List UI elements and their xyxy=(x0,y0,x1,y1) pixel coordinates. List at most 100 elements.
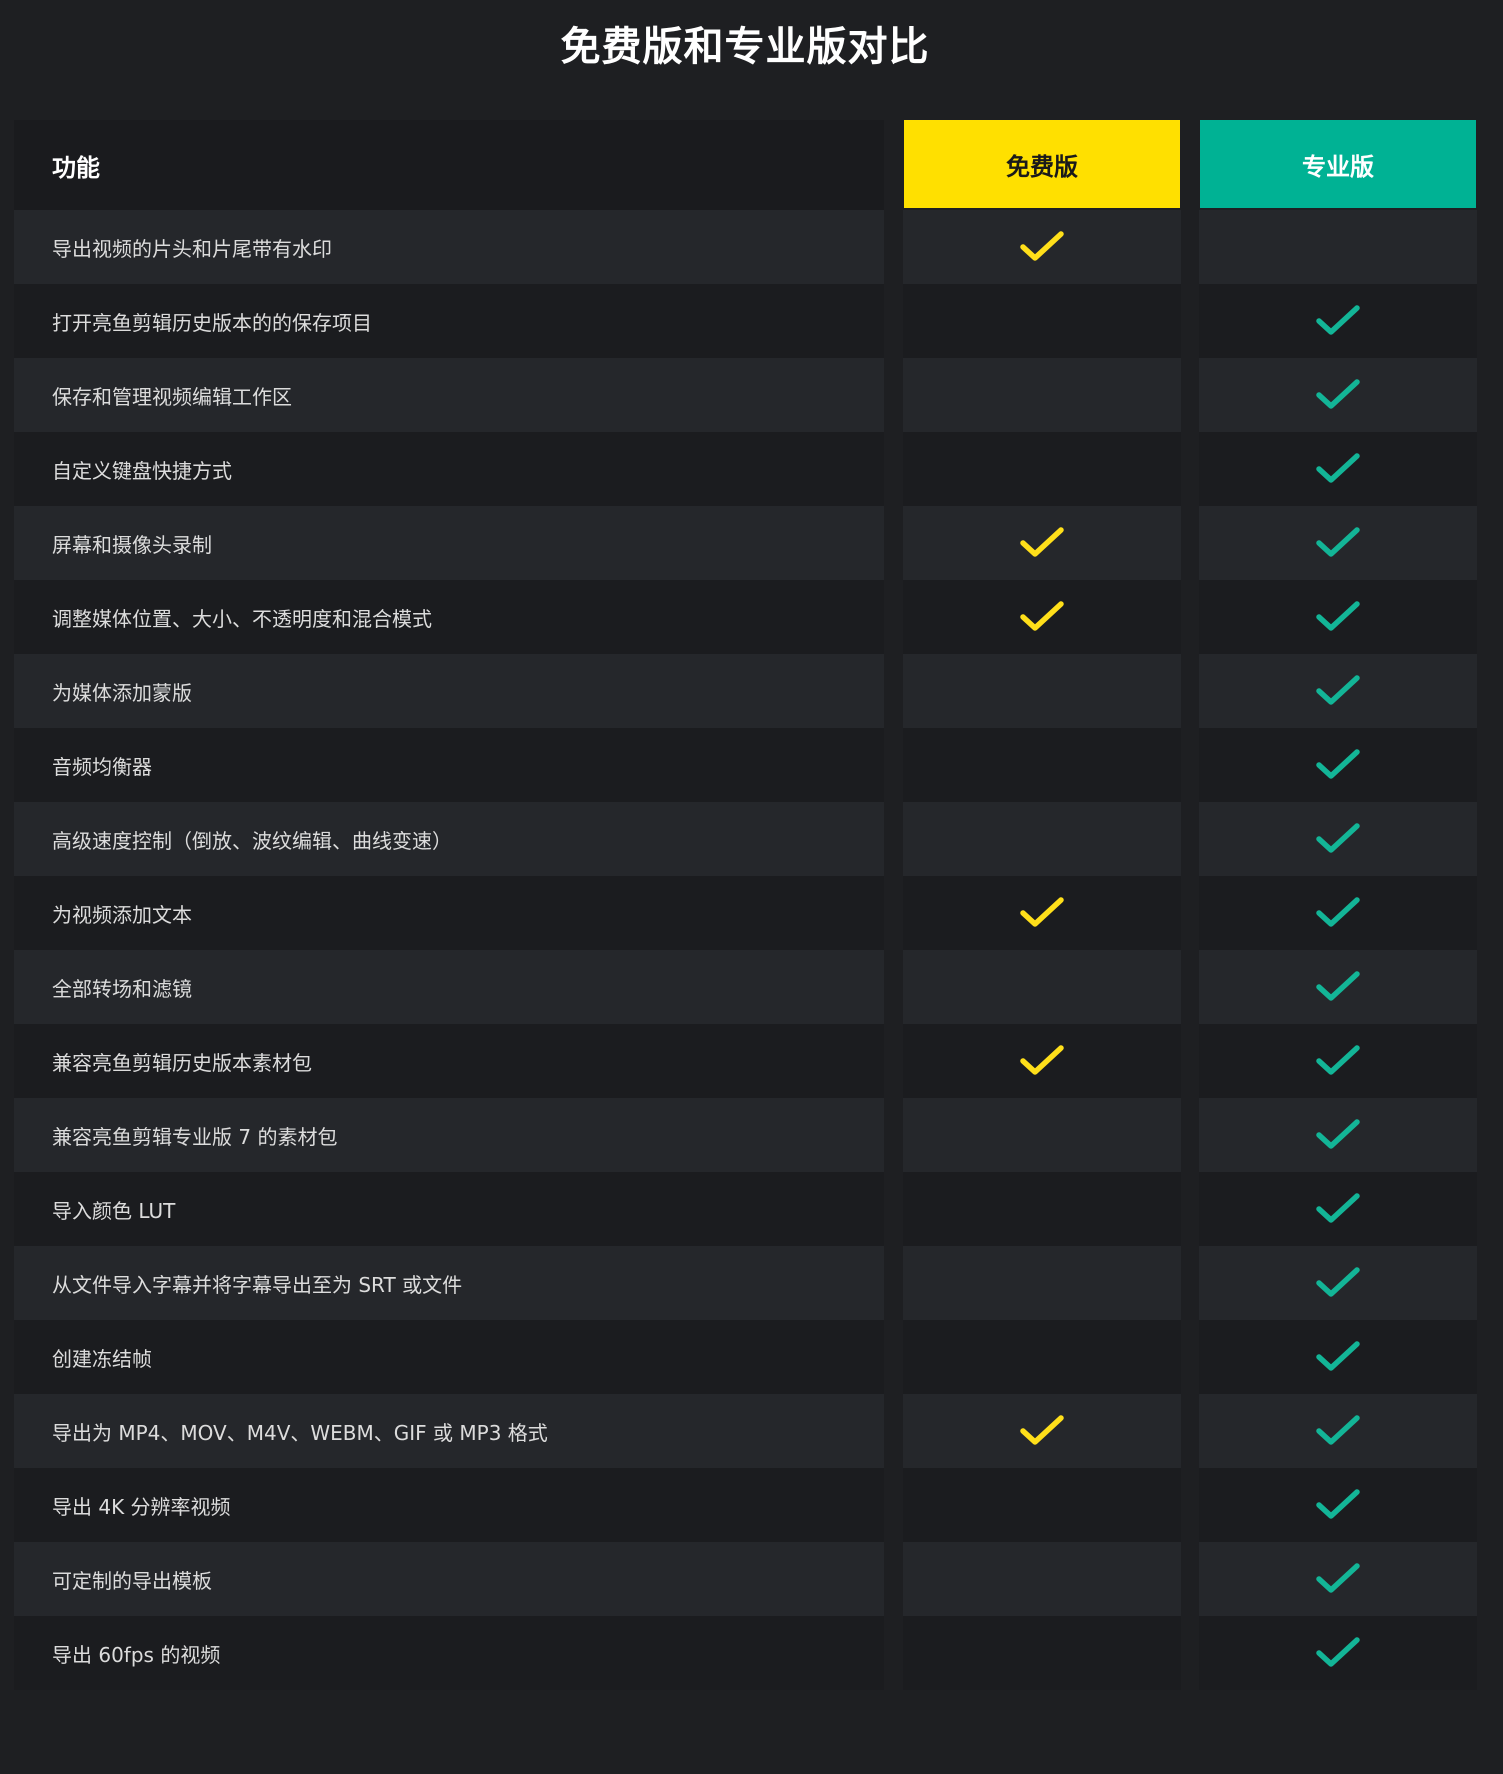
feature-cell: 兼容亮鱼剪辑专业版 7 的素材包 xyxy=(14,1098,884,1172)
feature-cell: 屏幕和摄像头录制 xyxy=(14,506,884,580)
feature-cell: 导出 60fps 的视频 xyxy=(14,1616,884,1690)
pro-plan-cell xyxy=(1199,654,1477,728)
feature-label: 为媒体添加蒙版 xyxy=(52,680,192,705)
feature-label: 从文件导入字幕并将字幕导出至为 SRT 或文件 xyxy=(52,1272,463,1297)
checkmark-icon xyxy=(1316,675,1360,705)
checkmark-icon xyxy=(1316,601,1360,631)
checkmark-icon xyxy=(1316,453,1360,483)
feature-cell: 创建冻结帧 xyxy=(14,1320,884,1394)
table-row: 可定制的导出模板 xyxy=(14,1542,1477,1616)
feature-cell: 全部转场和滤镜 xyxy=(14,950,884,1024)
pro-plan-cell xyxy=(1199,876,1477,950)
feature-label: 打开亮鱼剪辑历史版本的的保存项目 xyxy=(52,310,372,335)
feature-cell: 为媒体添加蒙版 xyxy=(14,654,884,728)
table-row: 音频均衡器 xyxy=(14,728,1477,802)
feature-label: 保存和管理视频编辑工作区 xyxy=(52,384,292,409)
pro-plan-cell xyxy=(1199,1246,1477,1320)
free-plan-cell xyxy=(903,580,1181,654)
page-title: 免费版和专业版对比 xyxy=(560,24,930,70)
free-plan-cell xyxy=(903,506,1181,580)
checkmark-icon xyxy=(1316,1045,1360,1075)
pro-plan-cell xyxy=(1199,506,1477,580)
pro-plan-cell xyxy=(1199,1616,1477,1690)
table-row: 兼容亮鱼剪辑历史版本素材包 xyxy=(14,1024,1477,1098)
table-body: 导出视频的片头和片尾带有水印打开亮鱼剪辑历史版本的的保存项目 保存和管理视频编辑工… xyxy=(14,210,1477,1690)
feature-cell: 自定义键盘快捷方式 xyxy=(14,432,884,506)
free-plan-cell xyxy=(903,1172,1181,1246)
checkmark-icon xyxy=(1316,897,1360,927)
pro-plan-cell xyxy=(1199,1172,1477,1246)
table-row: 兼容亮鱼剪辑专业版 7 的素材包 xyxy=(14,1098,1477,1172)
pro-plan-cell xyxy=(1199,580,1477,654)
table-row: 调整媒体位置、大小、不透明度和混合模式 xyxy=(14,580,1477,654)
feature-cell: 调整媒体位置、大小、不透明度和混合模式 xyxy=(14,580,884,654)
table-row: 导出 60fps 的视频 xyxy=(14,1616,1477,1690)
free-plan-cell xyxy=(903,654,1181,728)
checkmark-icon xyxy=(1316,1637,1360,1667)
checkmark-icon xyxy=(1020,1045,1064,1075)
table-row: 导出 4K 分辨率视频 xyxy=(14,1468,1477,1542)
checkmark-icon xyxy=(1316,1563,1360,1593)
pro-plan-cell xyxy=(1199,1024,1477,1098)
table-row: 自定义键盘快捷方式 xyxy=(14,432,1477,506)
table-row: 为视频添加文本 xyxy=(14,876,1477,950)
feature-label: 全部转场和滤镜 xyxy=(52,976,192,1001)
feature-label: 屏幕和摄像头录制 xyxy=(52,532,212,557)
feature-cell: 导出 4K 分辨率视频 xyxy=(14,1468,884,1542)
feature-cell: 可定制的导出模板 xyxy=(14,1542,884,1616)
checkmark-icon xyxy=(1020,897,1064,927)
free-plan-cell xyxy=(903,950,1181,1024)
free-plan-cell xyxy=(903,1246,1181,1320)
feature-label: 兼容亮鱼剪辑专业版 7 的素材包 xyxy=(52,1124,338,1149)
checkmark-icon xyxy=(1316,1489,1360,1519)
feature-cell: 打开亮鱼剪辑历史版本的的保存项目 xyxy=(14,284,884,358)
feature-label: 导出为 MP4、MOV、M4V、WEBM、GIF 或 MP3 格式 xyxy=(52,1420,548,1445)
table-row: 为媒体添加蒙版 xyxy=(14,654,1477,728)
feature-cell: 从文件导入字幕并将字幕导出至为 SRT 或文件 xyxy=(14,1246,884,1320)
feature-label: 高级速度控制（倒放、波纹编辑、曲线变速） xyxy=(52,828,452,853)
checkmark-icon xyxy=(1316,379,1360,409)
pro-plan-cell xyxy=(1199,1098,1477,1172)
feature-label: 调整媒体位置、大小、不透明度和混合模式 xyxy=(52,606,432,631)
header-free-plan: 免费版 xyxy=(904,120,1180,208)
feature-label: 自定义键盘快捷方式 xyxy=(52,458,232,483)
feature-label: 导出 60fps 的视频 xyxy=(52,1642,221,1667)
table-row: 屏幕和摄像头录制 xyxy=(14,506,1477,580)
feature-cell: 为视频添加文本 xyxy=(14,876,884,950)
feature-label: 导出视频的片头和片尾带有水印 xyxy=(52,236,332,261)
free-plan-cell xyxy=(903,284,1181,358)
checkmark-icon xyxy=(1020,1415,1064,1445)
header-pro-plan: 专业版 xyxy=(1200,120,1476,208)
free-plan-cell xyxy=(903,1320,1181,1394)
feature-label: 兼容亮鱼剪辑历史版本素材包 xyxy=(52,1050,312,1075)
checkmark-icon xyxy=(1316,1267,1360,1297)
table-row: 导出为 MP4、MOV、M4V、WEBM、GIF 或 MP3 格式 xyxy=(14,1394,1477,1468)
free-plan-cell xyxy=(903,1468,1181,1542)
table-row: 导出视频的片头和片尾带有水印 xyxy=(14,210,1477,284)
free-plan-cell xyxy=(903,1394,1181,1468)
pro-plan-cell xyxy=(1199,210,1477,284)
feature-cell: 高级速度控制（倒放、波纹编辑、曲线变速） xyxy=(14,802,884,876)
feature-cell: 导入颜色 LUT xyxy=(14,1172,884,1246)
checkmark-icon xyxy=(1316,305,1360,335)
checkmark-icon xyxy=(1020,527,1064,557)
feature-label: 可定制的导出模板 xyxy=(52,1568,212,1593)
header-feature: 功能 xyxy=(14,120,884,210)
checkmark-icon xyxy=(1316,1193,1360,1223)
free-plan-cell xyxy=(903,876,1181,950)
pro-plan-cell xyxy=(1199,1320,1477,1394)
table-row: 打开亮鱼剪辑历史版本的的保存项目 xyxy=(14,284,1477,358)
free-plan-cell xyxy=(903,1098,1181,1172)
free-plan-cell xyxy=(903,1616,1181,1690)
free-plan-cell xyxy=(903,802,1181,876)
checkmark-icon xyxy=(1316,1415,1360,1445)
table-row: 保存和管理视频编辑工作区 xyxy=(14,358,1477,432)
table-row: 高级速度控制（倒放、波纹编辑、曲线变速） xyxy=(14,802,1477,876)
pro-plan-cell xyxy=(1199,728,1477,802)
pro-plan-cell xyxy=(1199,1394,1477,1468)
table-header-row: 功能 免费版 专业版 xyxy=(14,120,1476,210)
feature-label: 为视频添加文本 xyxy=(52,902,192,927)
pro-plan-cell xyxy=(1199,284,1477,358)
checkmark-icon xyxy=(1316,1341,1360,1371)
feature-label: 导出 4K 分辨率视频 xyxy=(52,1494,231,1519)
